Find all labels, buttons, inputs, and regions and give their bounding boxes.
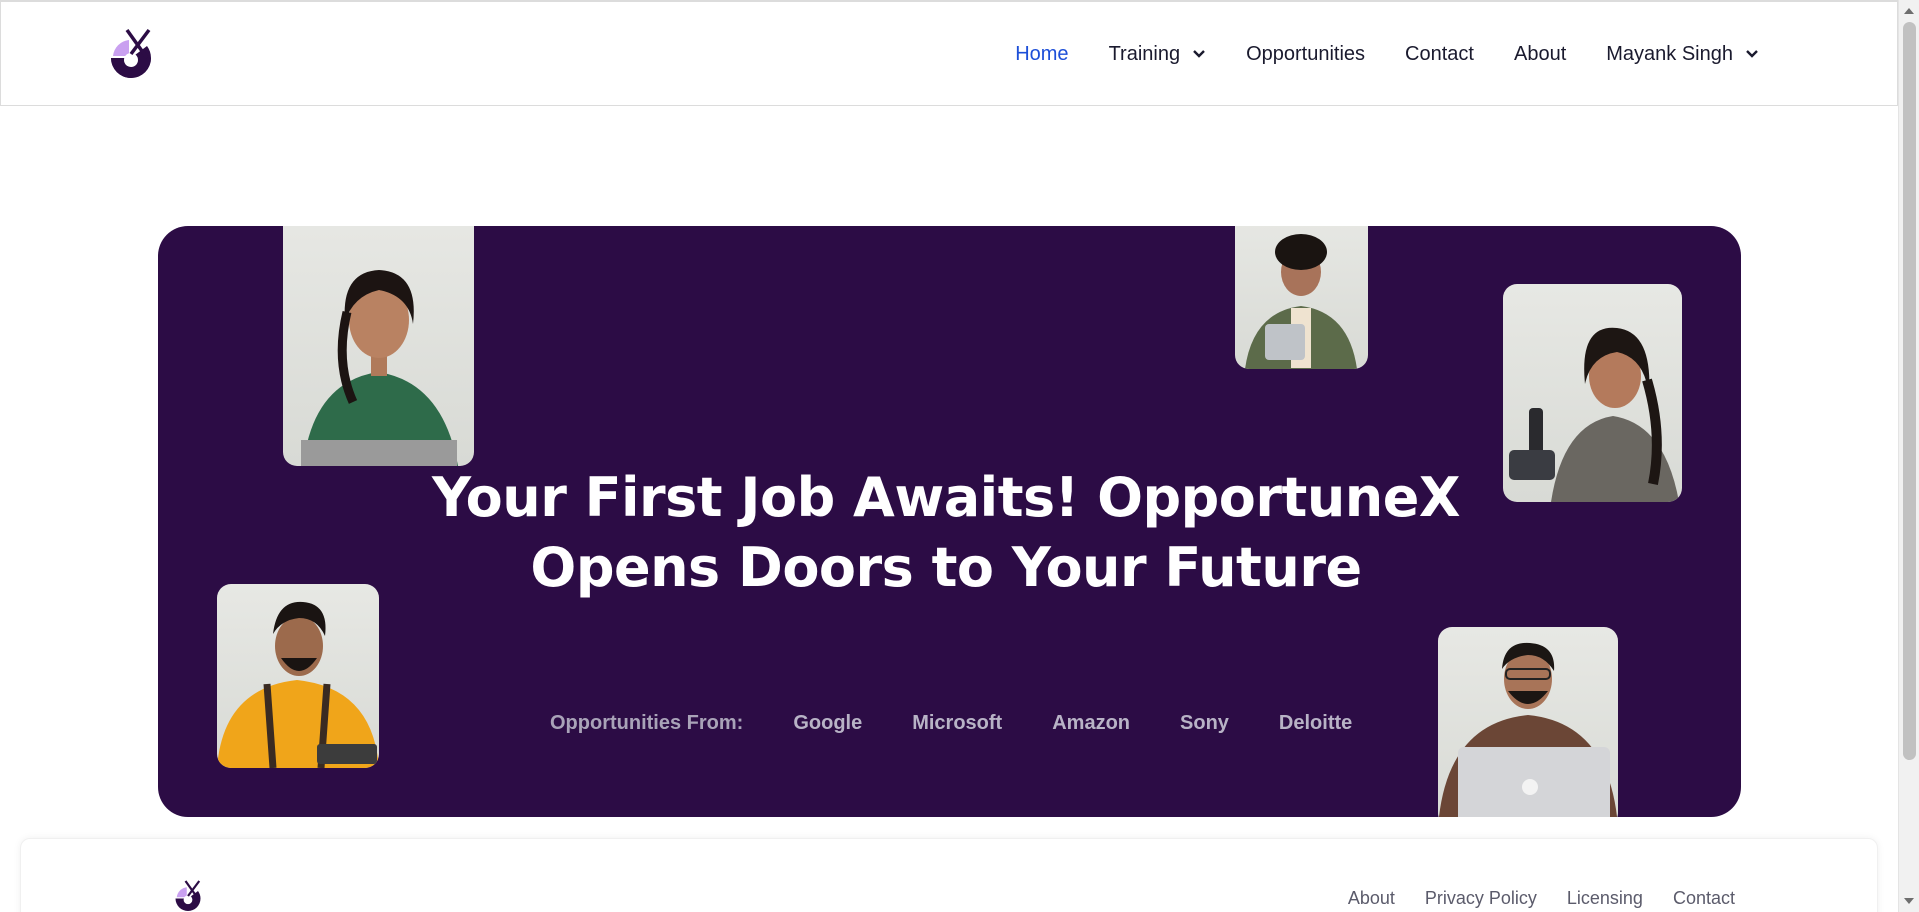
partner-companies-row: Opportunities From: Google Microsoft Ama… bbox=[550, 712, 1352, 735]
opportunex-logo-icon[interactable] bbox=[107, 28, 155, 80]
companies-label: Opportunities From: bbox=[550, 712, 744, 734]
footer-link-licensing[interactable]: Licensing bbox=[1567, 888, 1643, 909]
company-sony: Sony bbox=[1180, 712, 1229, 734]
hero-headline: Your First Job Awaits! OpportuneX Opens … bbox=[428, 463, 1464, 603]
hero-banner: Your First Job Awaits! OpportuneX Opens … bbox=[158, 226, 1741, 817]
user-name-label: Mayank Singh bbox=[1606, 42, 1733, 65]
nav-about-link[interactable]: About bbox=[1514, 43, 1566, 66]
footer-logo-icon[interactable] bbox=[173, 879, 203, 912]
footer-link-contact[interactable]: Contact bbox=[1673, 888, 1735, 909]
nav-opportunities-label: Opportunities bbox=[1246, 42, 1366, 65]
company-deloitte: Deloitte bbox=[1278, 712, 1353, 734]
hero-headline-line2: Opens Doors to Your Future bbox=[530, 536, 1362, 599]
footer-links: About Privacy Policy Licensing Contact bbox=[1348, 888, 1735, 909]
company-amazon: Amazon bbox=[1052, 712, 1131, 734]
nav-training-dropdown[interactable]: Training bbox=[1109, 43, 1207, 66]
chevron-down-icon bbox=[1746, 50, 1758, 58]
company-google: Google bbox=[793, 712, 863, 734]
scroll-up-arrow-icon[interactable] bbox=[1904, 8, 1914, 14]
nav-about-label: About bbox=[1513, 42, 1567, 65]
nav-contact-label: Contact bbox=[1405, 42, 1474, 65]
main-nav: Home Training Opportunities Contact Abou… bbox=[1015, 2, 1759, 106]
top-navbar: Home Training Opportunities Contact Abou… bbox=[0, 0, 1898, 106]
hero-photo-man-curly-hair bbox=[1235, 226, 1368, 369]
footer-link-privacy-policy[interactable]: Privacy Policy bbox=[1425, 888, 1537, 909]
page-footer: About Privacy Policy Licensing Contact bbox=[20, 838, 1878, 912]
nav-training-label: Training bbox=[1108, 42, 1181, 65]
hero-headline-line1: Your First Job Awaits! OpportuneX bbox=[432, 466, 1460, 529]
scroll-down-arrow-icon[interactable] bbox=[1904, 898, 1914, 904]
scrollbar-thumb[interactable] bbox=[1903, 22, 1916, 760]
company-microsoft: Microsoft bbox=[912, 712, 1003, 734]
chevron-down-icon bbox=[1193, 50, 1205, 58]
hero-photo-woman-green-sweater bbox=[283, 226, 474, 466]
hero-photo-woman-smiling bbox=[1503, 284, 1682, 502]
nav-home-label: Home bbox=[1015, 42, 1069, 65]
vertical-scrollbar[interactable] bbox=[1898, 0, 1919, 912]
user-menu-dropdown[interactable]: Mayank Singh bbox=[1606, 43, 1759, 66]
hero-photo-man-yellow-shirt bbox=[217, 584, 379, 768]
hero-photo-man-with-laptop bbox=[1438, 627, 1618, 817]
footer-link-about[interactable]: About bbox=[1348, 888, 1395, 909]
nav-home-link[interactable]: Home bbox=[1015, 43, 1068, 66]
nav-contact-link[interactable]: Contact bbox=[1405, 43, 1474, 66]
nav-opportunities-link[interactable]: Opportunities bbox=[1246, 43, 1365, 66]
